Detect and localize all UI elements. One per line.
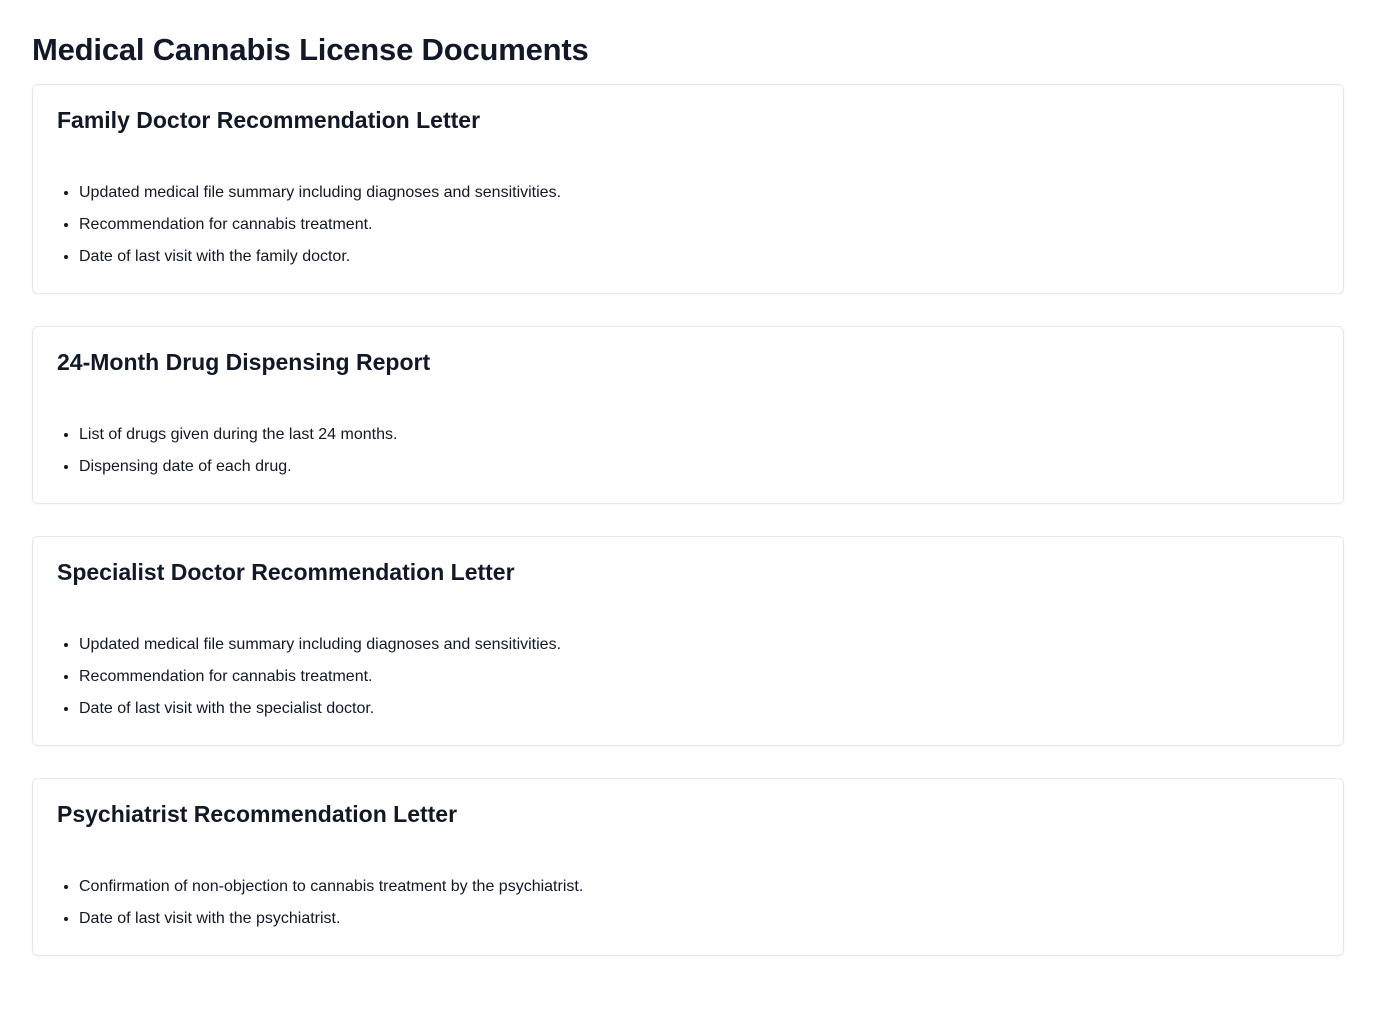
document-card-family-doctor: Family Doctor Recommendation Letter Upda… [32, 84, 1344, 294]
document-card-title: 24-Month Drug Dispensing Report [57, 349, 431, 375]
document-card-specialist-doctor: Specialist Doctor Recommendation Letter … [32, 536, 1344, 746]
document-card-title: Family Doctor Recommendation Letter [57, 107, 481, 133]
requirement-list: Updated medical file summary including d… [57, 177, 1319, 273]
requirement-list: Confirmation of non-objection to cannabi… [57, 871, 1319, 935]
requirement-item: Date of last visit with the psychiatrist… [79, 903, 1319, 935]
requirement-list: Updated medical file summary including d… [57, 629, 1319, 725]
page-title: Medical Cannabis License Documents [32, 32, 589, 67]
requirement-item: Updated medical file summary including d… [79, 177, 1319, 209]
requirement-item: List of drugs given during the last 24 m… [79, 419, 1319, 451]
document-card-psychiatrist: Psychiatrist Recommendation Letter Confi… [32, 778, 1344, 956]
document-card-dispensing-report: 24-Month Drug Dispensing Report List of … [32, 326, 1344, 504]
requirement-item: Date of last visit with the specialist d… [79, 693, 1319, 725]
document-card-title: Specialist Doctor Recommendation Letter [57, 559, 515, 585]
page: Medical Cannabis License Documents Famil… [0, 0, 1376, 956]
requirement-item: Recommendation for cannabis treatment. [79, 209, 1319, 241]
requirement-item: Recommendation for cannabis treatment. [79, 661, 1319, 693]
requirement-item: Date of last visit with the family docto… [79, 241, 1319, 273]
document-cards: Family Doctor Recommendation Letter Upda… [32, 84, 1344, 956]
requirement-item: Updated medical file summary including d… [79, 629, 1319, 661]
requirement-item: Dispensing date of each drug. [79, 451, 1319, 483]
document-card-title: Psychiatrist Recommendation Letter [57, 801, 458, 827]
requirement-item: Confirmation of non-objection to cannabi… [79, 871, 1319, 903]
requirement-list: List of drugs given during the last 24 m… [57, 419, 1319, 483]
